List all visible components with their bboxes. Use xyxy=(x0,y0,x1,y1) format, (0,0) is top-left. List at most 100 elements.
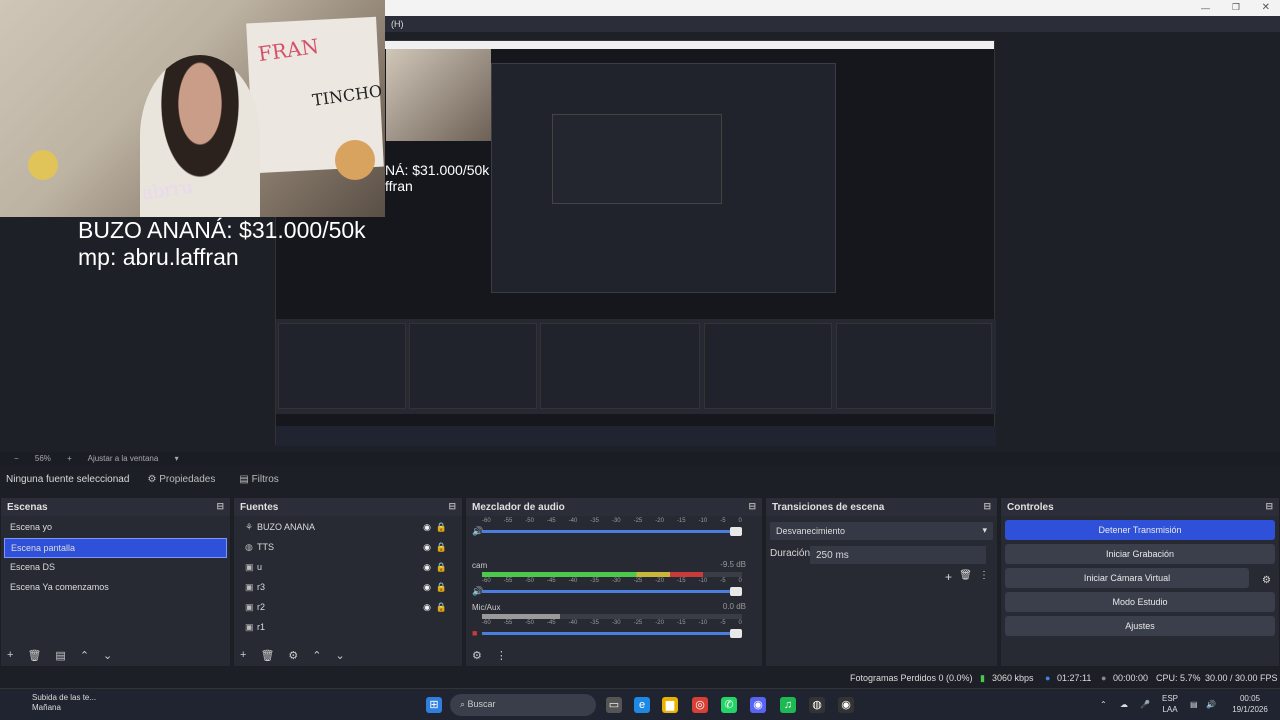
chrome-icon[interactable]: ◎ xyxy=(692,697,708,713)
source-name: BUZO ANANA xyxy=(257,522,316,532)
source-item[interactable]: ◍ TTS ◉ 🔒 xyxy=(237,538,459,558)
whatsapp-icon[interactable]: ✆ xyxy=(721,697,737,713)
settings-button[interactable]: Ajustes xyxy=(1005,616,1275,636)
more-icon[interactable]: ⋮ xyxy=(979,570,989,581)
close-icon[interactable]: ✕ xyxy=(1262,2,1270,13)
source-item[interactable]: ▣ r1 xyxy=(237,618,459,638)
group-icon: ⚘ xyxy=(245,522,254,532)
chevron-down-icon[interactable]: ▾ xyxy=(175,454,179,463)
add-icon[interactable]: + xyxy=(7,649,13,661)
app-icon[interactable]: ◉ xyxy=(838,697,854,713)
eye-icon[interactable]: ◉ xyxy=(423,542,431,553)
obs-icon[interactable]: ◍ xyxy=(809,697,825,713)
undock-icon[interactable]: ⊟ xyxy=(983,501,991,512)
wifi-icon[interactable]: ▤ xyxy=(1190,699,1198,710)
mute-icon[interactable]: ■ xyxy=(472,628,477,638)
eye-icon[interactable]: ◉ xyxy=(423,582,431,593)
stop-streaming-button[interactable]: Detener Transmisión xyxy=(1005,520,1275,540)
keyboard-layout: LAA xyxy=(1162,705,1178,714)
chevron-down-icon[interactable]: ⌄ xyxy=(103,649,112,662)
filter-icon[interactable]: ▤ xyxy=(55,649,65,662)
undock-icon[interactable]: ⊟ xyxy=(448,501,456,512)
weather-notification[interactable]: Subida de las te... Mañana xyxy=(10,693,96,713)
trash-icon[interactable]: 🗑 xyxy=(260,649,274,662)
volume-slider[interactable] xyxy=(482,629,742,638)
source-name: TTS xyxy=(257,542,274,552)
undock-icon[interactable]: ⊟ xyxy=(216,501,224,512)
spotify-icon[interactable]: ♫ xyxy=(780,697,796,713)
level-meter xyxy=(482,614,742,619)
language-indicator[interactable]: ESP LAA xyxy=(1162,693,1178,715)
zoom-in-button[interactable]: + xyxy=(67,454,72,463)
undock-icon[interactable]: ⊟ xyxy=(1265,501,1273,512)
eye-icon[interactable]: ◉ xyxy=(423,522,431,533)
task-view-icon[interactable]: ▭ xyxy=(606,697,622,713)
zoom-out-button[interactable]: − xyxy=(14,454,19,463)
gear-icon[interactable]: ⚙ xyxy=(288,649,298,662)
donation-text: mp: abru.laffran xyxy=(78,244,239,270)
start-recording-button[interactable]: Iniciar Grabación xyxy=(1005,544,1275,564)
search-icon: ⌕ xyxy=(460,699,468,709)
meter-tick-label: -20 xyxy=(655,578,664,584)
image-icon: ▣ xyxy=(245,582,254,592)
filters-button[interactable]: ▤ Filtros xyxy=(233,474,284,486)
nested-webcam xyxy=(386,49,491,141)
undock-icon[interactable]: ⊟ xyxy=(748,501,756,512)
add-icon[interactable]: + xyxy=(945,570,952,584)
goal-text: BUZO ANANÁ: $31.000/50k xyxy=(78,217,366,243)
meter-tick-label: -30 xyxy=(611,578,621,584)
meter-fill xyxy=(482,614,560,619)
scene-item[interactable]: Escena Ya comenzamos xyxy=(4,578,227,598)
source-item[interactable]: ▣ r2 ◉ 🔒 xyxy=(237,598,459,618)
properties-button[interactable]: ⚙ Propiedades xyxy=(141,474,221,486)
minimize-icon[interactable]: — xyxy=(1201,3,1210,13)
edge-icon[interactable]: e xyxy=(634,697,650,713)
meter-ticks: -60 -55 -50 -45 -40 -35 -30 -25 -20 -15 -10 -5 0 xyxy=(482,518,742,524)
trash-icon[interactable]: 🗑 xyxy=(27,649,41,662)
volume-slider[interactable] xyxy=(482,527,742,536)
source-item[interactable]: ▣ u ◉ 🔒 xyxy=(237,558,459,578)
network-icon[interactable]: ☁ xyxy=(1120,699,1128,710)
volume-slider[interactable] xyxy=(482,587,742,596)
meter-tick-label: -15 xyxy=(676,518,686,524)
scene-item-selected[interactable]: Escena pantalla xyxy=(4,538,227,558)
maximize-icon[interactable]: ❐ xyxy=(1232,2,1240,13)
gear-icon[interactable]: ⚙ xyxy=(472,649,482,662)
duration-input[interactable]: 250 ms xyxy=(810,546,986,564)
fit-window-select[interactable]: Ajustar a la ventana xyxy=(88,454,159,463)
filters-label: Filtros xyxy=(251,474,279,485)
scene-item[interactable]: Escena yo xyxy=(4,518,227,538)
teddy-bear-icon xyxy=(335,140,375,180)
studio-mode-button[interactable]: Modo Estudio xyxy=(1005,592,1275,612)
eye-icon[interactable]: ◉ xyxy=(423,562,431,573)
clock[interactable]: 00:05 19/1/2026 xyxy=(1225,693,1275,715)
chevron-up-icon[interactable]: ⌃ xyxy=(1100,699,1107,710)
mic-icon[interactable]: 🎤 xyxy=(1140,699,1150,710)
folder-icon[interactable]: ▆ xyxy=(662,697,678,713)
lock-icon[interactable]: 🔒 xyxy=(436,602,447,613)
taskbar-search[interactable]: ⌕ Buscar xyxy=(450,694,596,716)
volume-icon[interactable]: 🔊 xyxy=(1206,699,1216,710)
lock-icon[interactable]: 🔒 xyxy=(436,562,447,573)
scene-item[interactable]: Escena DS xyxy=(4,558,227,578)
menu-help[interactable]: (H) xyxy=(391,19,404,29)
transition-select[interactable]: Desvanecimiento ▾ xyxy=(770,522,993,540)
more-icon[interactable]: ⋮ xyxy=(496,649,507,662)
gear-icon[interactable]: ⚙ xyxy=(1262,575,1271,586)
add-icon[interactable]: + xyxy=(240,649,246,661)
chevron-down-icon[interactable]: ⌄ xyxy=(336,649,345,662)
eye-icon[interactable]: ◉ xyxy=(423,602,431,613)
windows-start-icon[interactable]: ⊞ xyxy=(426,697,442,713)
start-virtual-camera-button[interactable]: Iniciar Cámara Virtual xyxy=(1005,568,1249,588)
chevron-up-icon[interactable]: ⌃ xyxy=(80,649,89,662)
mixer-title: Mezclador de audio xyxy=(472,502,565,513)
chevron-up-icon[interactable]: ⌃ xyxy=(312,649,321,662)
channel-db: 0.0 dB xyxy=(722,602,746,611)
lock-icon[interactable]: 🔒 xyxy=(436,542,447,553)
discord-icon[interactable]: ◉ xyxy=(750,697,766,713)
trash-icon[interactable]: 🗑 xyxy=(959,570,972,581)
lock-icon[interactable]: 🔒 xyxy=(436,522,447,533)
source-item[interactable]: ▣ r3 ◉ 🔒 xyxy=(237,578,459,598)
lock-icon[interactable]: 🔒 xyxy=(436,582,447,593)
source-item[interactable]: ⚘ BUZO ANANA ◉ 🔒 xyxy=(237,518,459,538)
